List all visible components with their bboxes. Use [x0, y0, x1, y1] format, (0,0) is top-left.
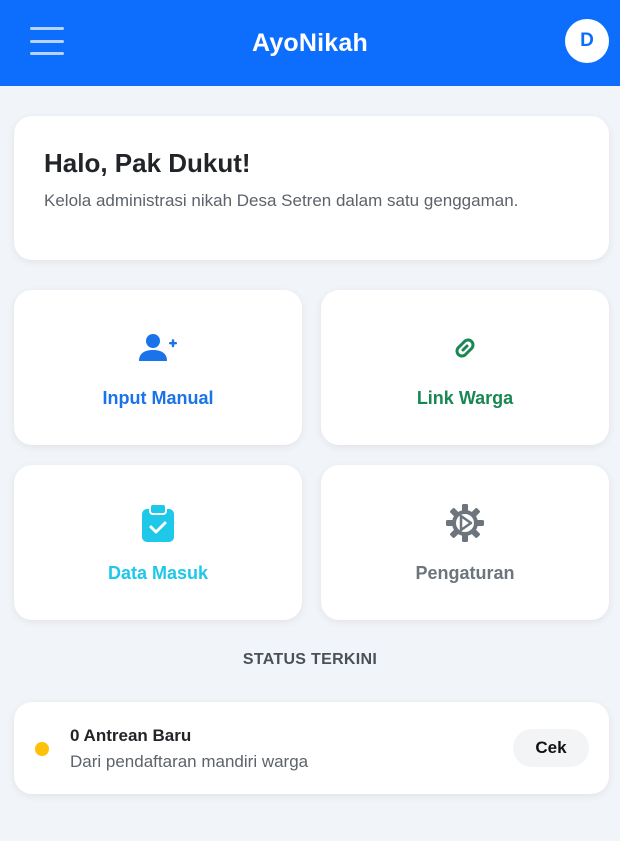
user-plus-icon — [138, 330, 178, 366]
clipboard-check-icon — [138, 503, 178, 542]
top-navbar: AyoNikah D — [0, 0, 620, 86]
tile-pengaturan[interactable]: Pengaturan — [321, 465, 609, 620]
status-section-title: STATUS TERKINI — [242, 651, 378, 668]
tile-label-input-manual: Input Manual — [102, 388, 214, 408]
greeting-title: Halo, Pak Dukut! — [44, 148, 251, 178]
tile-label-data-masuk: Data Masuk — [107, 563, 209, 583]
status-card: 0 Antrean Baru Dari pendaftaran mandiri … — [14, 702, 609, 794]
cek-button[interactable]: Cek — [513, 729, 589, 767]
tile-label-pengaturan: Pengaturan — [415, 563, 515, 583]
link-icon — [445, 330, 485, 366]
gear-icon — [445, 504, 485, 542]
status-dot — [35, 742, 49, 756]
status-title: 0 Antrean Baru — [70, 726, 192, 745]
tile-data-masuk[interactable]: Data Masuk — [14, 465, 302, 620]
greeting-subtitle: Kelola administrasi nikah Desa Setren da… — [44, 191, 519, 210]
greeting-card: Halo, Pak Dukut! Kelola administrasi nik… — [14, 116, 609, 260]
status-subtitle: Dari pendaftaran mandiri warga — [70, 752, 309, 771]
hamburger-menu-icon[interactable] — [30, 27, 64, 55]
user-avatar[interactable]: D — [565, 19, 609, 63]
tile-input-manual[interactable]: Input Manual — [14, 290, 302, 445]
app-title: AyoNikah — [252, 28, 368, 57]
tile-link-warga[interactable]: Link Warga — [321, 290, 609, 445]
tile-label-link-warga: Link Warga — [416, 388, 514, 408]
